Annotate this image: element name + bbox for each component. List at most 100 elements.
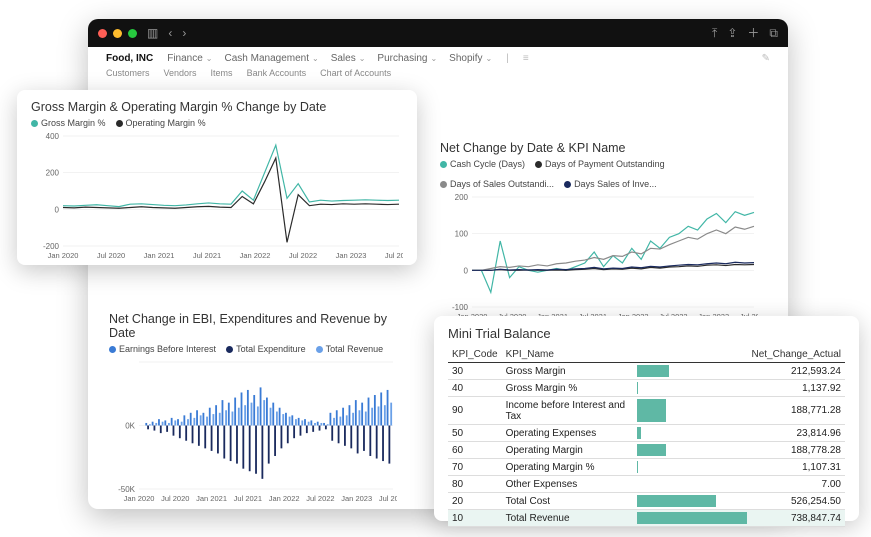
chart-canvas: -2000200400Jan 2020Jul 2020Jan 2021Jul 2… [31,132,403,260]
cell-bar [637,425,747,442]
legend-item[interactable]: Total Expenditure [226,344,306,354]
cell-value: 7.00 [747,476,845,493]
svg-text:Jul 2020: Jul 2020 [97,251,125,260]
table-row[interactable]: 10Total Revenue738,847.74 [448,510,845,527]
table-column-header[interactable]: KPI_Name [502,347,638,363]
legend-item[interactable]: Days of Sales Outstandi... [440,179,554,189]
legend-item[interactable]: Operating Margin % [116,118,206,128]
submenu-item[interactable]: Bank Accounts [247,68,307,78]
legend-item[interactable]: Gross Margin % [31,118,106,128]
cell-value: 23,814.96 [747,425,845,442]
cell-bar [637,510,747,527]
add-icon[interactable]: ＋ [747,27,759,39]
legend-item[interactable]: Total Revenue [316,344,384,354]
cell-name: Other Expenses [502,476,638,493]
minimize-icon[interactable] [113,29,122,38]
submenu-item[interactable]: Items [211,68,233,78]
cell-value: 526,254.50 [747,493,845,510]
menu-items-primary: Finance ⌄ Cash Management ⌄ Sales ⌄ Purc… [167,53,492,64]
table-row[interactable]: 90Income before Interest and Tax188,771.… [448,397,845,425]
chart-legend: Earnings Before Interest Total Expenditur… [109,344,397,354]
maximize-icon[interactable] [128,29,137,38]
svg-text:Jan 2023: Jan 2023 [341,494,372,503]
upload-icon[interactable]: ⤒ [712,27,717,39]
svg-text:Jan 2021: Jan 2021 [196,494,227,503]
cell-value: 738,847.74 [747,510,845,527]
share-icon[interactable]: ⇪ [727,27,737,39]
menu-item[interactable]: Cash Management ⌄ [225,53,319,64]
close-icon[interactable] [98,29,107,38]
legend-item[interactable]: Earnings Before Interest [109,344,216,354]
cell-bar [637,459,747,476]
edit-icon[interactable]: ✎ [762,53,770,64]
table-row[interactable]: 80Other Expenses 7.00 [448,476,845,493]
cell-bar [637,442,747,459]
menubar: Food, INC Finance ⌄ Cash Management ⌄ Sa… [88,47,788,84]
svg-text:Jul 2021: Jul 2021 [234,494,262,503]
cell-code: 60 [448,442,502,459]
menu-item[interactable]: Shopify ⌄ [449,53,492,64]
menu-item[interactable]: Purchasing ⌄ [377,53,437,64]
cell-bar [637,380,747,397]
svg-text:400: 400 [46,132,60,141]
cell-code: 90 [448,397,502,425]
table-column-header[interactable]: KPI_Code [448,347,502,363]
brand-label: Food, INC [106,53,153,64]
table-row[interactable]: 50Operating Expenses 23,814.96 [448,425,845,442]
svg-text:0: 0 [464,266,469,275]
table-column-header[interactable] [637,347,747,363]
svg-text:Jul 2021: Jul 2021 [193,251,221,260]
table-row[interactable]: 70Operating Margin %1,107.31 [448,459,845,476]
cell-bar [637,363,747,380]
svg-text:200: 200 [455,193,469,202]
svg-text:Jul 2023: Jul 2023 [379,494,397,503]
sidebar-toggle-icon[interactable]: ▥ [147,27,158,39]
cell-value: 1,137.92 [747,380,845,397]
svg-text:Jan 2022: Jan 2022 [269,494,300,503]
cell-name: Gross Margin [502,363,638,380]
traffic-lights [98,29,137,38]
cell-name: Operating Expenses [502,425,638,442]
cell-code: 50 [448,425,502,442]
menu-item[interactable]: Finance ⌄ [167,53,212,64]
cell-code: 80 [448,476,502,493]
svg-text:-100: -100 [452,303,469,312]
chart-card-ebi: Net Change in EBI, Expenditures and Reve… [103,308,403,498]
svg-text:100: 100 [455,230,469,239]
submenu-item[interactable]: Vendors [164,68,197,78]
svg-text:-200: -200 [43,242,60,251]
svg-text:200: 200 [46,169,60,178]
chart-card-net-change: Net Change by Date & KPI Name Cash Cycle… [434,137,764,312]
table-row[interactable]: 30Gross Margin 212,593.24 [448,363,845,380]
cell-name: Income before Interest and Tax [502,397,638,425]
legend-item[interactable]: Days of Payment Outstanding [535,159,665,169]
chart-card-gross-margin: Gross Margin & Operating Margin % Change… [17,90,417,265]
cell-value: 1,107.31 [747,459,845,476]
cell-name: Operating Margin [502,442,638,459]
legend-item[interactable]: Days Sales of Inve... [564,179,657,189]
table-column-header[interactable]: Net_Change_Actual [747,347,845,363]
cell-name: Total Cost [502,493,638,510]
table-row[interactable]: 20Total Cost526,254.50 [448,493,845,510]
cell-name: Gross Margin % [502,380,638,397]
back-icon[interactable]: ‹ [168,27,172,39]
legend-item[interactable]: Cash Cycle (Days) [440,159,525,169]
menu-item[interactable]: Sales ⌄ [331,53,366,64]
submenu-item[interactable]: Chart of Accounts [320,68,391,78]
table-row[interactable]: 40Gross Margin % 1,137.92 [448,380,845,397]
cell-name: Operating Margin % [502,459,638,476]
copy-icon[interactable]: ⧉ [769,27,778,39]
table-header-row: KPI_CodeKPI_Name Net_Change_Actual [448,347,845,363]
chart-legend: Cash Cycle (Days) Days of Payment Outstan… [440,159,758,189]
cell-value: 212,593.24 [747,363,845,380]
trial-balance-table: KPI_CodeKPI_Name Net_Change_Actual 30Gros… [448,347,845,527]
submenu-item[interactable]: Customers [106,68,150,78]
card-mini-trial-balance: Mini Trial Balance KPI_CodeKPI_NameNet_C… [434,316,859,521]
cell-code: 30 [448,363,502,380]
forward-icon[interactable]: › [182,27,186,39]
cell-code: 40 [448,380,502,397]
svg-text:Jan 2020: Jan 2020 [48,251,79,260]
chart-title: Net Change by Date & KPI Name [440,141,758,155]
table-row[interactable]: 60Operating Margin188,778.28 [448,442,845,459]
svg-text:-50K: -50K [118,485,136,494]
